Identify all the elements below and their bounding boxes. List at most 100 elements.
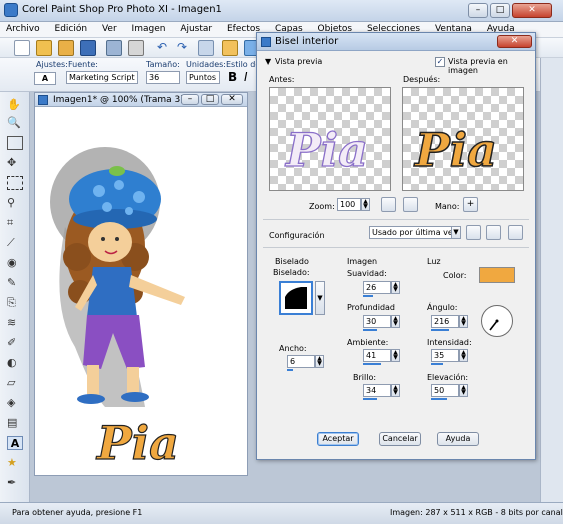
minimize-button[interactable]: –	[468, 3, 488, 18]
elevacion-input[interactable]: 50	[431, 384, 459, 397]
new-file-icon[interactable]	[14, 40, 30, 56]
move-icon[interactable]: ✥	[7, 156, 23, 170]
elevacion-spinner[interactable]: ▲ ▼	[459, 384, 468, 397]
cut-icon[interactable]	[198, 40, 214, 56]
zoom-icon[interactable]: 🔍	[7, 116, 23, 130]
red-eye-icon[interactable]: ◉	[7, 256, 23, 270]
dialog-close-button[interactable]: ✕	[497, 35, 532, 48]
zoom-fit-button[interactable]	[381, 197, 396, 212]
randomize-icon[interactable]	[486, 225, 501, 240]
menu-imagen[interactable]: Imagen	[126, 22, 172, 34]
presets-select[interactable]: Usado por última vez	[369, 226, 461, 239]
intensidad-spinner[interactable]: ▲ ▼	[459, 349, 468, 362]
aceptar-button[interactable]: Aceptar	[317, 432, 359, 446]
lighten-darken-icon[interactable]: ◐	[7, 356, 23, 370]
units-select[interactable]: Puntos	[186, 71, 220, 84]
clone-icon[interactable]: ⎘	[7, 296, 23, 310]
dropper-icon[interactable]: ⚲	[7, 196, 23, 210]
bevel-shape-swatch[interactable]	[279, 281, 313, 315]
pick-icon[interactable]	[7, 136, 23, 150]
zoom-spinner[interactable]: ▲ ▼	[361, 198, 370, 211]
browse-icon[interactable]	[58, 40, 74, 56]
suavidad-spinner[interactable]: ▲ ▼	[391, 281, 400, 294]
redo-icon[interactable]: ↷	[174, 40, 190, 56]
tools-palette: ✋ 🔍 ✥ ⚲ ⌗ ⟋ ◉ ✎ ⎘ ≋ ✐ ◐ ▱ ◈ ▤ A ★ ✒	[0, 92, 30, 502]
save-preset-icon[interactable]	[466, 225, 481, 240]
ancho-input[interactable]: 6	[287, 355, 315, 368]
angulo-input[interactable]: 216	[431, 315, 459, 328]
menu-edicion[interactable]: Edición	[49, 22, 94, 34]
ambiente-input[interactable]: 41	[363, 349, 391, 362]
makeover-icon[interactable]: ✎	[7, 276, 23, 290]
bold-button[interactable]: B	[228, 70, 237, 84]
image-restore-button[interactable]: □	[201, 94, 219, 105]
eraser-icon[interactable]: ▱	[7, 376, 23, 390]
ambiente-spinner[interactable]: ▲ ▼	[391, 349, 400, 362]
suavidad-slider[interactable]	[363, 295, 373, 297]
print-icon[interactable]	[128, 40, 144, 56]
mano-label: Mano:	[435, 202, 460, 211]
image-canvas[interactable]: Pia	[35, 107, 247, 475]
ambiente-slider[interactable]	[363, 363, 381, 365]
image-minimize-button[interactable]: –	[181, 94, 199, 105]
preview-collapse-icon[interactable]: ▼	[265, 57, 271, 66]
zoom-input[interactable]: 100	[337, 198, 361, 211]
ancho-spinner[interactable]: ▲ ▼	[315, 355, 324, 368]
presets-dropdown-icon[interactable]: ▼	[451, 226, 461, 239]
pen-icon[interactable]: ✒	[7, 476, 23, 490]
image-window: Imagen1* @ 100% (Trama 3) – □ ✕ Pia	[34, 92, 248, 476]
paint-brush-icon[interactable]: ✐	[7, 336, 23, 350]
menu-ajustar[interactable]: Ajustar	[174, 22, 218, 34]
cancelar-button[interactable]: Cancelar	[379, 432, 421, 446]
presets-button[interactable]: A	[34, 72, 56, 85]
profundidad-spinner[interactable]: ▲ ▼	[391, 315, 400, 328]
light-color-swatch[interactable]	[479, 267, 515, 283]
font-size-select[interactable]: 36	[146, 71, 180, 84]
brillo-slider[interactable]	[363, 398, 377, 400]
open-folder-icon[interactable]	[36, 40, 52, 56]
close-button[interactable]: ✕	[512, 3, 552, 18]
profundidad-slider[interactable]	[363, 329, 377, 331]
profundidad-input[interactable]: 30	[363, 315, 391, 328]
zoom-proof-button[interactable]	[403, 197, 418, 212]
vista-previa-toggle[interactable]: Vista previa	[275, 57, 322, 66]
crop-icon[interactable]: ⌗	[7, 216, 23, 230]
before-preview[interactable]: Pia	[269, 87, 391, 191]
scan-icon[interactable]	[106, 40, 122, 56]
italic-button[interactable]: I	[244, 70, 248, 84]
scratch-remover-icon[interactable]: ≋	[7, 316, 23, 330]
straighten-icon[interactable]: ⟋	[7, 236, 23, 250]
intensidad-input[interactable]: 35	[431, 349, 459, 362]
ayuda-button[interactable]: Ayuda	[437, 432, 479, 446]
text-tool-icon[interactable]: A	[7, 436, 23, 450]
brillo-spinner[interactable]: ▲ ▼	[391, 384, 400, 397]
suavidad-input[interactable]: 26	[363, 281, 391, 294]
picture-tube-icon[interactable]: ▤	[7, 416, 23, 430]
bevel-shape-dropdown[interactable]: ▼	[315, 281, 325, 315]
fill-icon[interactable]: ◈	[7, 396, 23, 410]
maximize-button[interactable]: □	[490, 3, 510, 18]
save-icon[interactable]	[80, 40, 96, 56]
menu-archivo[interactable]: Archivo	[0, 22, 46, 34]
pan-button[interactable]: +	[463, 197, 478, 212]
image-close-button[interactable]: ✕	[221, 94, 243, 105]
angle-dial[interactable]	[481, 305, 513, 337]
before-preview-artwork: Pia	[283, 122, 368, 177]
intensidad-slider[interactable]	[431, 363, 443, 365]
selection-icon[interactable]	[7, 176, 23, 190]
menu-ver[interactable]: Ver	[96, 22, 123, 34]
ancho-slider[interactable]	[287, 369, 293, 371]
copy-icon[interactable]	[222, 40, 238, 56]
font-select[interactable]: Marketing Script	[66, 71, 138, 84]
preset-shape-icon[interactable]: ★	[7, 456, 23, 470]
brillo-input[interactable]: 34	[363, 384, 391, 397]
angulo-slider[interactable]	[431, 329, 449, 331]
reset-icon[interactable]	[508, 225, 523, 240]
angulo-spinner[interactable]: ▲ ▼	[459, 315, 468, 328]
undo-icon[interactable]: ↶	[154, 40, 170, 56]
after-preview[interactable]: Pia	[402, 87, 524, 191]
elevacion-slider[interactable]	[431, 398, 447, 400]
pan-icon[interactable]: ✋	[7, 98, 23, 112]
preview-on-image-checkbox[interactable]: ✓	[435, 57, 445, 67]
suavidad-label: Suavidad:	[347, 269, 387, 278]
